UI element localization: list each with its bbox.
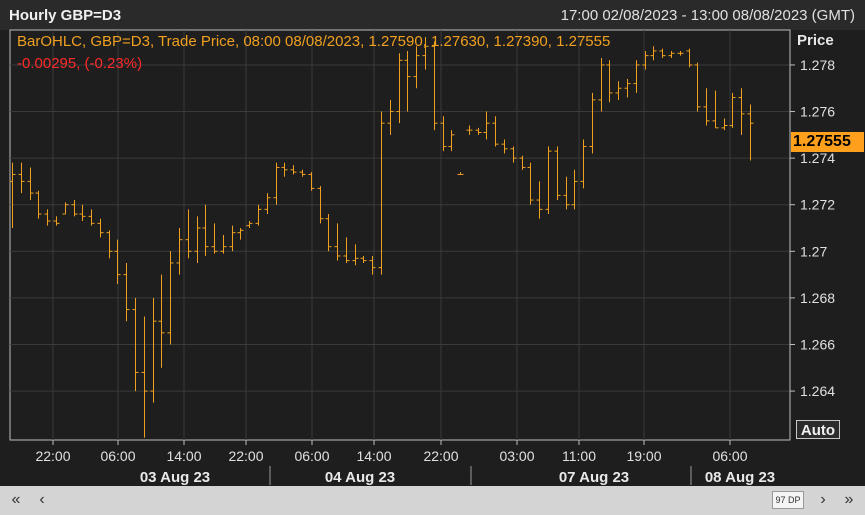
auto-scale-button[interactable]: Auto xyxy=(796,420,840,439)
scroll-next-button[interactable]: › xyxy=(812,490,834,511)
scroll-prev-button[interactable]: ‹ xyxy=(31,490,53,511)
y-tick-label: 1.266 xyxy=(800,336,835,352)
x-tick-label: 06:00 xyxy=(100,448,135,464)
y-tick-label: 1.27 xyxy=(800,243,827,259)
x-tick-label: 22:00 xyxy=(423,448,458,464)
x-tick-label: 22:00 xyxy=(35,448,70,464)
last-price-badge: 1.27555 xyxy=(791,132,864,152)
x-tick-label: 03:00 xyxy=(499,448,534,464)
x-tick-label: 14:00 xyxy=(166,448,201,464)
y-tick-label: 1.264 xyxy=(800,383,835,399)
scroll-first-button[interactable]: « xyxy=(5,490,27,511)
y-tick-label: 1.268 xyxy=(800,290,835,306)
price-axis-title: Price xyxy=(797,32,834,49)
x-tick-label: 14:00 xyxy=(356,448,391,464)
scroll-last-button[interactable]: » xyxy=(838,490,860,511)
y-tick-label: 1.274 xyxy=(800,150,835,166)
date-label: 08 Aug 23 xyxy=(705,469,775,486)
x-tick-label: 06:00 xyxy=(712,448,747,464)
y-tick-label: 1.272 xyxy=(800,197,835,213)
x-tick-label: 06:00 xyxy=(294,448,329,464)
date-label: 04 Aug 23 xyxy=(325,469,395,486)
ohlc-legend: BarOHLC, GBP=D3, Trade Price, 08:00 08/0… xyxy=(17,33,611,50)
navigation-bar: « ‹ 97 DP › » xyxy=(0,486,865,515)
x-tick-label: 11:00 xyxy=(562,448,596,464)
price-chart[interactable]: 1.264 1.266 1.268 1.27 1.272 1.274 1.276 1.278 2… xyxy=(0,0,865,486)
scroll-track[interactable] xyxy=(58,493,768,507)
x-tick-label: 22:00 xyxy=(228,448,263,464)
y-tick-label: 1.278 xyxy=(800,57,835,73)
change-legend: -0.00295, (-0.23%) xyxy=(17,55,143,72)
y-tick-label: 1.276 xyxy=(800,104,835,120)
x-tick-label: 19:00 xyxy=(626,448,661,464)
date-label: 03 Aug 23 xyxy=(140,469,210,486)
date-label: 07 Aug 23 xyxy=(559,469,629,486)
data-points-label: 97 DP xyxy=(772,491,804,509)
